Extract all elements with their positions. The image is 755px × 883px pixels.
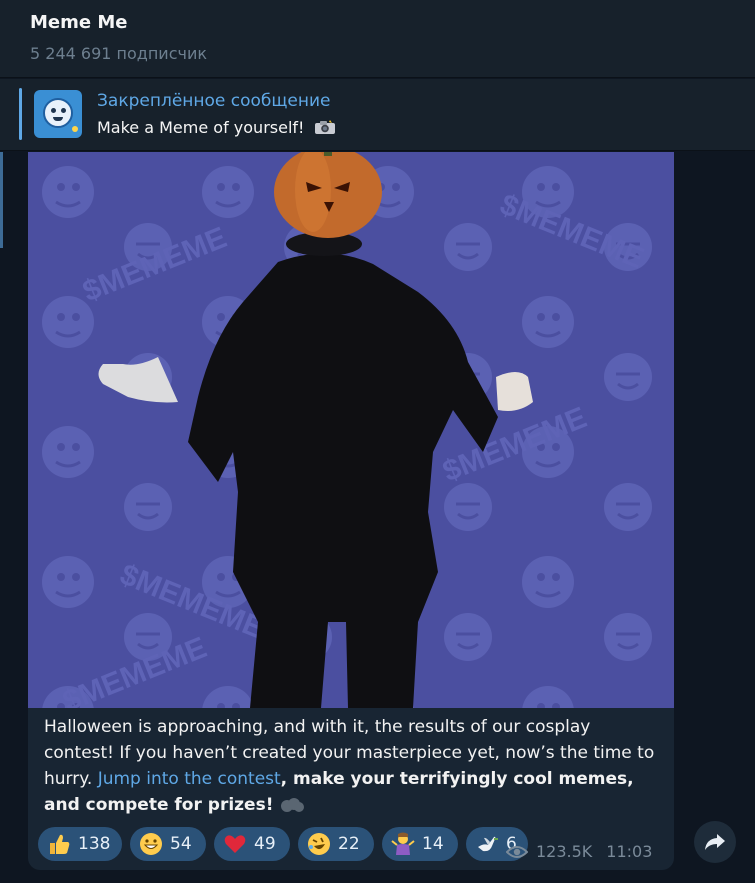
forward-button[interactable] [694, 821, 736, 863]
grinning-face-icon [138, 831, 164, 857]
reaction-count: 14 [422, 834, 444, 854]
red-heart-icon [222, 831, 248, 857]
dove-icon [474, 831, 500, 857]
person-shrugging-icon [390, 831, 416, 857]
pinned-text-row: Make a Meme of yourself! [97, 117, 336, 137]
channel-title[interactable]: Meme Me [30, 12, 127, 33]
contest-link[interactable]: Jump into the contest [98, 769, 281, 789]
channel-post[interactable]: $MEMEME $MEMEME $MEMEME $MEMEME $MEMEME [28, 152, 674, 870]
reaction-count: 54 [170, 834, 192, 854]
rofl-face-icon [306, 831, 332, 857]
post-time: 11:03 [606, 842, 653, 861]
forward-arrow-icon [705, 834, 725, 850]
pinned-indicator [19, 88, 22, 140]
reaction-count: 22 [338, 834, 360, 854]
pinned-text: Make a Meme of yourself! [97, 118, 305, 137]
view-count: 123.5K [536, 842, 593, 861]
meme-face-icon [43, 98, 73, 128]
pinned-label: Закреплённое сообщение [97, 91, 331, 111]
reaction-count: 138 [78, 834, 111, 854]
eye-icon [506, 845, 528, 858]
post-caption: Halloween is approaching, and with it, t… [44, 714, 664, 818]
scroll-indicator [0, 152, 3, 248]
post-media-gif[interactable]: $MEMEME $MEMEME $MEMEME $MEMEME $MEMEME [28, 152, 674, 708]
sparkle-icon [72, 126, 78, 132]
reaction-count: 49 [254, 834, 276, 854]
reaction-rofl[interactable]: 22 [298, 827, 374, 861]
chat-header[interactable]: Meme Me 5 244 691 подписчик [0, 0, 755, 78]
pinned-thumbnail [34, 90, 82, 138]
thought-bubble-icon [279, 795, 305, 812]
pinned-message-bar[interactable]: Закреплённое сообщение Make a Meme of yo… [0, 79, 755, 151]
reaction-thumbs-up[interactable]: 138 [38, 827, 122, 861]
subscriber-count: 5 244 691 подписчик [30, 44, 207, 63]
post-meta: 123.5K 11:03 [506, 842, 652, 861]
reaction-shrug[interactable]: 14 [382, 827, 458, 861]
camera-flash-icon [314, 119, 336, 135]
reaction-heart[interactable]: 49 [214, 827, 290, 861]
thumbs-up-icon [46, 831, 72, 857]
reaction-grinning[interactable]: 54 [130, 827, 206, 861]
